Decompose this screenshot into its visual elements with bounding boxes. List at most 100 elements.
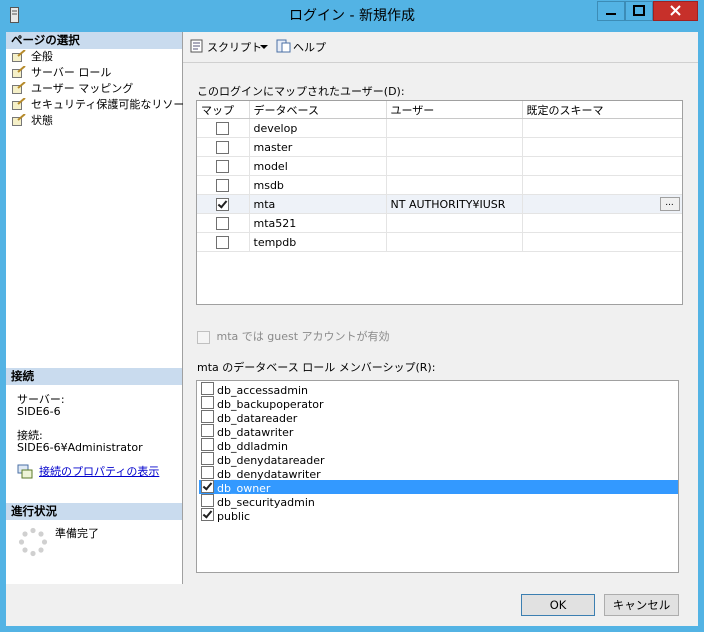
table-row[interactable]: mta NT AUTHORITY¥IUSR... [197, 194, 682, 214]
user-cell[interactable] [386, 232, 523, 252]
user-cell[interactable] [386, 175, 523, 195]
list-item[interactable]: db_denydatareader [199, 452, 678, 467]
help-button[interactable]: ヘルプ [276, 39, 326, 57]
table-row[interactable]: mta521 [197, 213, 682, 233]
script-button[interactable]: スクリプト [190, 39, 262, 57]
role-label: public [217, 510, 251, 523]
role-checkbox[interactable] [201, 410, 214, 423]
map-cell [197, 213, 250, 233]
list-item[interactable]: public [199, 508, 678, 523]
role-checkbox[interactable] [201, 452, 214, 465]
close-icon [670, 5, 681, 16]
schema-cell[interactable]: ... [522, 194, 682, 214]
map-checkbox[interactable] [216, 235, 230, 249]
role-checkbox[interactable] [201, 438, 214, 451]
list-item[interactable]: db_owner [199, 480, 678, 495]
window-frame-bottom [0, 626, 704, 632]
map-checkbox[interactable] [216, 159, 230, 173]
close-button[interactable] [653, 1, 698, 21]
map-cell [197, 232, 250, 252]
minimize-button[interactable] [597, 1, 625, 21]
page-select-header: ページの選択 [6, 32, 182, 49]
table-row[interactable]: model [197, 156, 682, 176]
page-item-user-mapping[interactable]: ユーザー マッピング [12, 81, 133, 97]
role-checkbox[interactable] [201, 382, 214, 395]
role-checkbox[interactable] [201, 424, 214, 437]
map-checkbox[interactable] [216, 197, 230, 211]
view-connection-properties-link[interactable]: 接続のプロパティの表示 [39, 465, 159, 478]
column-header-schema[interactable]: 既定のスキーマ [522, 101, 682, 119]
table-row[interactable]: master [197, 137, 682, 157]
role-checkbox[interactable] [201, 480, 214, 493]
list-item[interactable]: db_denydatawriter [199, 466, 678, 481]
role-checkbox[interactable] [201, 494, 214, 507]
page-item-label: サーバー ロール [31, 66, 112, 79]
connection-properties-icon [17, 463, 33, 479]
connection-value: SIDE6-6¥Administrator [17, 441, 143, 454]
help-icon [276, 39, 291, 53]
role-checkbox[interactable] [201, 396, 214, 409]
connection-header: 接続 [6, 368, 182, 385]
page-item-server-roles[interactable]: サーバー ロール [12, 65, 111, 81]
map-cell [197, 118, 250, 138]
user-cell[interactable]: NT AUTHORITY¥IUSR [386, 194, 523, 214]
role-membership-list[interactable]: db_accessadmin db_backupoperator db_datare… [196, 380, 679, 573]
page-icon [12, 49, 26, 62]
help-label: ヘルプ [293, 41, 326, 54]
database-cell: msdb [249, 175, 387, 195]
user-cell[interactable] [386, 156, 523, 176]
ok-button[interactable]: OK [521, 594, 595, 616]
progress-status: 準備完了 [55, 527, 99, 540]
page-icon [12, 81, 26, 94]
list-item[interactable]: db_accessadmin [199, 382, 678, 397]
table-row[interactable]: tempdb [197, 232, 682, 252]
column-header-map[interactable]: マップ [197, 101, 250, 119]
user-cell[interactable] [386, 137, 523, 157]
table-row[interactable]: develop [197, 118, 682, 138]
map-checkbox[interactable] [216, 140, 230, 154]
page-item-label: 全般 [31, 50, 53, 63]
schema-cell[interactable] [522, 232, 682, 252]
role-checkbox[interactable] [201, 508, 214, 521]
schema-cell[interactable] [522, 156, 682, 176]
list-item[interactable]: db_backupoperator [199, 396, 678, 411]
list-item[interactable]: db_securityadmin [199, 494, 678, 509]
map-checkbox[interactable] [216, 121, 230, 135]
user-mapping-grid[interactable]: マップ データベース ユーザー 既定のスキーマ develop master mod… [196, 100, 683, 305]
column-header-database[interactable]: データベース [249, 101, 387, 119]
role-checkbox[interactable] [201, 466, 214, 479]
minimize-icon [606, 13, 616, 15]
page-item-status[interactable]: 状態 [12, 113, 53, 129]
cancel-button[interactable]: キャンセル [604, 594, 679, 616]
page-icon [12, 97, 26, 110]
schema-cell[interactable] [522, 175, 682, 195]
page-icon [12, 65, 26, 78]
view-connection-properties-text[interactable]: 接続のプロパティの表示 [39, 465, 159, 478]
progress-header: 進行状況 [6, 503, 182, 520]
list-item[interactable]: db_datawriter [199, 424, 678, 439]
user-cell[interactable] [386, 213, 523, 233]
map-cell [197, 175, 250, 195]
user-cell[interactable] [386, 118, 523, 138]
map-checkbox[interactable] [216, 178, 230, 192]
guest-enabled-checkbox [197, 330, 210, 344]
schema-cell[interactable] [522, 213, 682, 233]
table-row[interactable]: msdb [197, 175, 682, 195]
schema-browse-button[interactable]: ... [659, 197, 680, 211]
database-cell: master [249, 137, 387, 157]
user-mapping-label: このログインにマップされたユーザー(D): [197, 85, 405, 98]
maximize-button[interactable] [625, 1, 653, 21]
page-item-general[interactable]: 全般 [12, 49, 53, 65]
page-item-securables[interactable]: セキュリティ保護可能なリソース [12, 97, 195, 113]
guest-enabled-option: mta では guest アカウントが有効 [197, 330, 390, 344]
script-icon [190, 39, 203, 53]
script-dropdown-arrow[interactable] [259, 41, 269, 53]
list-item[interactable]: db_ddladmin [199, 438, 678, 453]
column-header-user[interactable]: ユーザー [386, 101, 523, 119]
map-checkbox[interactable] [216, 216, 230, 230]
list-item[interactable]: db_datareader [199, 410, 678, 425]
schema-cell[interactable] [522, 118, 682, 138]
schema-cell[interactable] [522, 137, 682, 157]
map-cell [197, 137, 250, 157]
database-cell: develop [249, 118, 387, 138]
